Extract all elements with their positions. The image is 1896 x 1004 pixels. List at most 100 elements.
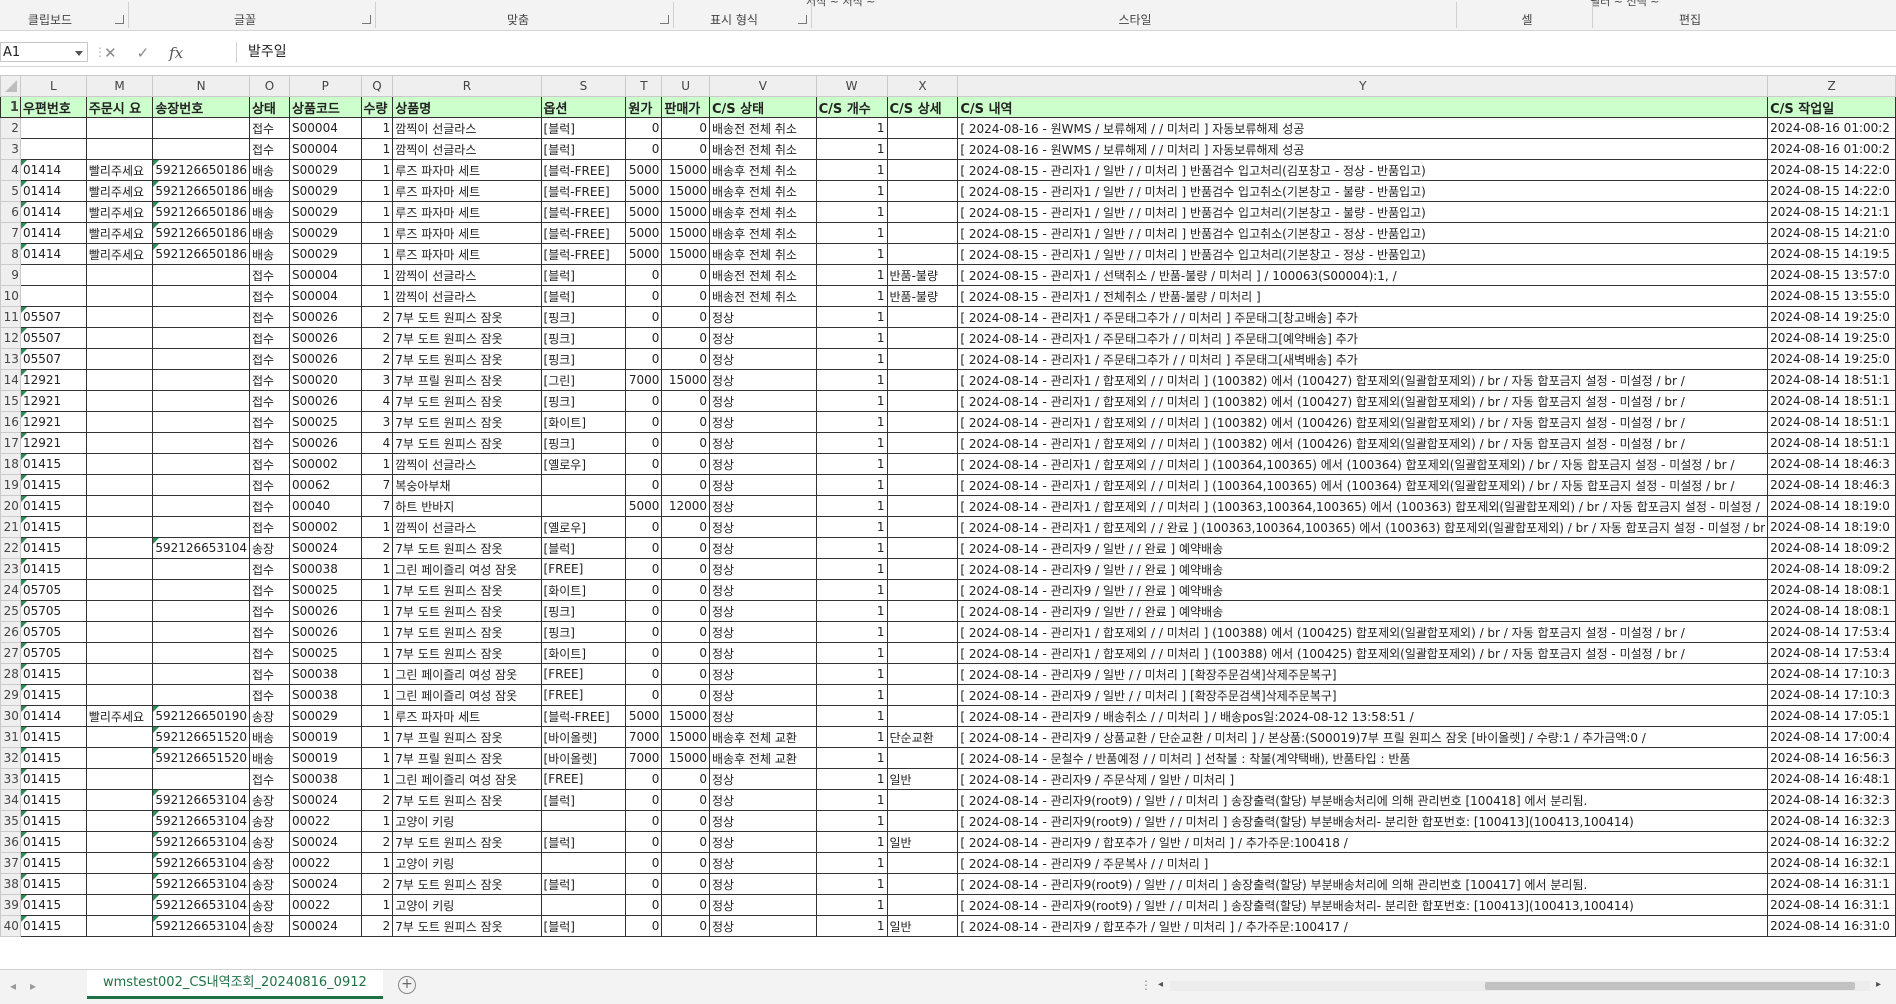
table-cell[interactable]: [ 2024-08-14 - 관리자1 / 합포제외 / / 미처리 ] (10… <box>957 495 1769 517</box>
table-cell[interactable]: 깜찍이 선글라스 <box>392 138 542 160</box>
table-cell[interactable]: S00025 <box>289 642 362 664</box>
table-cell[interactable]: 1 <box>815 453 888 475</box>
row-number[interactable]: 16 <box>0 411 21 433</box>
table-cell[interactable]: 7부 프릴 원피스 잠옷 <box>392 726 542 748</box>
table-cell[interactable]: 0 <box>625 453 663 475</box>
table-cell[interactable]: 15000 <box>661 747 710 769</box>
table-cell[interactable]: 7000 <box>625 747 663 769</box>
table-cell[interactable]: 01415 <box>19 747 87 769</box>
table-cell[interactable]: [ 2024-08-14 - 관리자9 / 일반 / / 미처리 ] [확장주문… <box>957 663 1769 685</box>
table-cell[interactable]: 송장 <box>248 789 291 811</box>
table-cell[interactable]: [ 2024-08-15 - 관리자1 / 일반 / / 미처리 ] 반품검수 … <box>957 159 1769 181</box>
table-cell[interactable]: 7부 프릴 원피스 잠옷 <box>392 747 542 769</box>
table-cell[interactable]: 접수 <box>248 621 291 643</box>
table-cell[interactable]: 15000 <box>661 726 710 748</box>
table-cell[interactable]: 01414 <box>19 201 87 223</box>
table-cell[interactable]: 정상 <box>709 474 817 496</box>
table-cell[interactable]: [FREE] <box>540 558 627 580</box>
table-cell[interactable]: 05507 <box>19 327 87 349</box>
table-cell[interactable]: 5000 <box>625 243 663 265</box>
table-cell[interactable] <box>886 642 959 664</box>
table-cell[interactable]: [ 2024-08-14 - 관리자9 / 합포추가 / 일반 / 미처리 ] … <box>957 915 1769 937</box>
table-cell[interactable]: 592126650186 <box>152 180 250 202</box>
column-header[interactable]: V <box>709 75 817 97</box>
row-number[interactable]: 28 <box>0 663 21 685</box>
table-cell[interactable] <box>85 390 154 412</box>
table-cell[interactable]: 01415 <box>19 789 87 811</box>
table-cell[interactable]: 592126650186 <box>152 243 250 265</box>
table-cell[interactable]: 0 <box>661 684 710 706</box>
table-cell[interactable]: 1 <box>815 222 888 244</box>
table-cell[interactable] <box>152 663 250 685</box>
table-cell[interactable]: 01415 <box>19 852 87 874</box>
table-cell[interactable]: 2024-08-14 17:00:4 <box>1767 726 1896 748</box>
table-cell[interactable]: S00026 <box>289 327 362 349</box>
table-cell[interactable]: 592126653104 <box>152 789 250 811</box>
table-cell[interactable]: S00029 <box>289 201 362 223</box>
table-cell[interactable]: 1 <box>360 117 394 139</box>
table-cell[interactable]: 0 <box>625 348 663 370</box>
row-number[interactable]: 13 <box>0 348 21 370</box>
column-header[interactable]: R <box>392 75 542 97</box>
table-cell[interactable]: S00024 <box>289 831 362 853</box>
table-cell[interactable] <box>85 579 154 601</box>
table-cell[interactable]: 루즈 파자마 세트 <box>392 243 542 265</box>
table-cell[interactable] <box>19 138 87 160</box>
table-cell[interactable]: [ 2024-08-16 - 원WMS / 보류해제 / / 미처리 ] 자동보… <box>957 117 1769 139</box>
table-cell[interactable] <box>85 558 154 580</box>
table-cell[interactable]: 고양이 키링 <box>392 894 542 916</box>
table-cell[interactable]: 01415 <box>19 894 87 916</box>
row-number[interactable]: 38 <box>0 873 21 895</box>
table-cell[interactable] <box>886 432 959 454</box>
table-cell[interactable]: 2 <box>360 306 394 328</box>
table-cell[interactable] <box>85 810 154 832</box>
table-cell[interactable]: 정상 <box>709 306 817 328</box>
table-cell[interactable]: [블럭] <box>540 264 627 286</box>
table-cell[interactable]: [ 2024-08-14 - 관리자1 / 합포제외 / / 미처리 ] (10… <box>957 453 1769 475</box>
table-cell[interactable]: 5000 <box>625 180 663 202</box>
table-cell[interactable]: 0 <box>625 831 663 853</box>
table-cell[interactable]: 2024-08-14 16:32:3 <box>1767 789 1896 811</box>
sheet-tab[interactable]: wmstest002_CS내역조회_20240816_0912 <box>87 970 383 999</box>
table-cell[interactable]: 접수 <box>248 369 291 391</box>
table-cell[interactable] <box>152 117 250 139</box>
table-cell[interactable]: [ 2024-08-14 - 관리자9 / 일반 / / 미처리 ] [확장주문… <box>957 684 1769 706</box>
table-cell[interactable]: 1 <box>815 642 888 664</box>
table-cell[interactable]: S00004 <box>289 264 362 286</box>
table-cell[interactable]: 정상 <box>709 537 817 559</box>
table-cell[interactable]: 0 <box>661 558 710 580</box>
table-cell[interactable]: 정상 <box>709 369 817 391</box>
table-cell[interactable] <box>886 243 959 265</box>
table-cell[interactable]: 1 <box>815 264 888 286</box>
table-cell[interactable]: 592126653104 <box>152 852 250 874</box>
table-cell[interactable]: 5000 <box>625 201 663 223</box>
table-cell[interactable]: 1 <box>815 810 888 832</box>
table-cell[interactable]: 592126653104 <box>152 831 250 853</box>
table-cell[interactable] <box>886 621 959 643</box>
table-cell[interactable]: 2024-08-14 16:32:3 <box>1767 810 1896 832</box>
row-number[interactable]: 23 <box>0 558 21 580</box>
table-cell[interactable]: S00029 <box>289 159 362 181</box>
table-cell[interactable] <box>152 453 250 475</box>
row-number[interactable]: 31 <box>0 726 21 748</box>
table-cell[interactable]: 7부 도트 원피스 잠옷 <box>392 621 542 643</box>
table-cell[interactable]: S00026 <box>289 600 362 622</box>
table-cell[interactable]: 2024-08-14 17:10:3 <box>1767 663 1896 685</box>
table-cell[interactable] <box>85 411 154 433</box>
table-cell[interactable]: [ 2024-08-14 - 관리자9 / 일반 / / 완료 ] 예약배송 <box>957 579 1769 601</box>
table-cell[interactable]: 접수 <box>248 411 291 433</box>
table-cell[interactable]: 1 <box>815 369 888 391</box>
table-cell[interactable]: 592126653104 <box>152 810 250 832</box>
table-cell[interactable]: 2024-08-15 13:57:0 <box>1767 264 1896 286</box>
table-cell[interactable] <box>152 264 250 286</box>
table-cell[interactable]: 접수 <box>248 390 291 412</box>
table-cell[interactable]: S00026 <box>289 390 362 412</box>
table-cell[interactable]: 0 <box>661 873 710 895</box>
table-cell[interactable]: 2024-08-16 01:00:2 <box>1767 117 1896 139</box>
header-cell[interactable]: 수량 <box>360 96 394 118</box>
table-cell[interactable]: 배송후 전체 취소 <box>709 243 817 265</box>
table-cell[interactable]: 루즈 파자마 세트 <box>392 222 542 244</box>
table-cell[interactable]: 배송 <box>248 726 291 748</box>
table-cell[interactable]: 15000 <box>661 243 710 265</box>
table-cell[interactable]: 접수 <box>248 516 291 538</box>
